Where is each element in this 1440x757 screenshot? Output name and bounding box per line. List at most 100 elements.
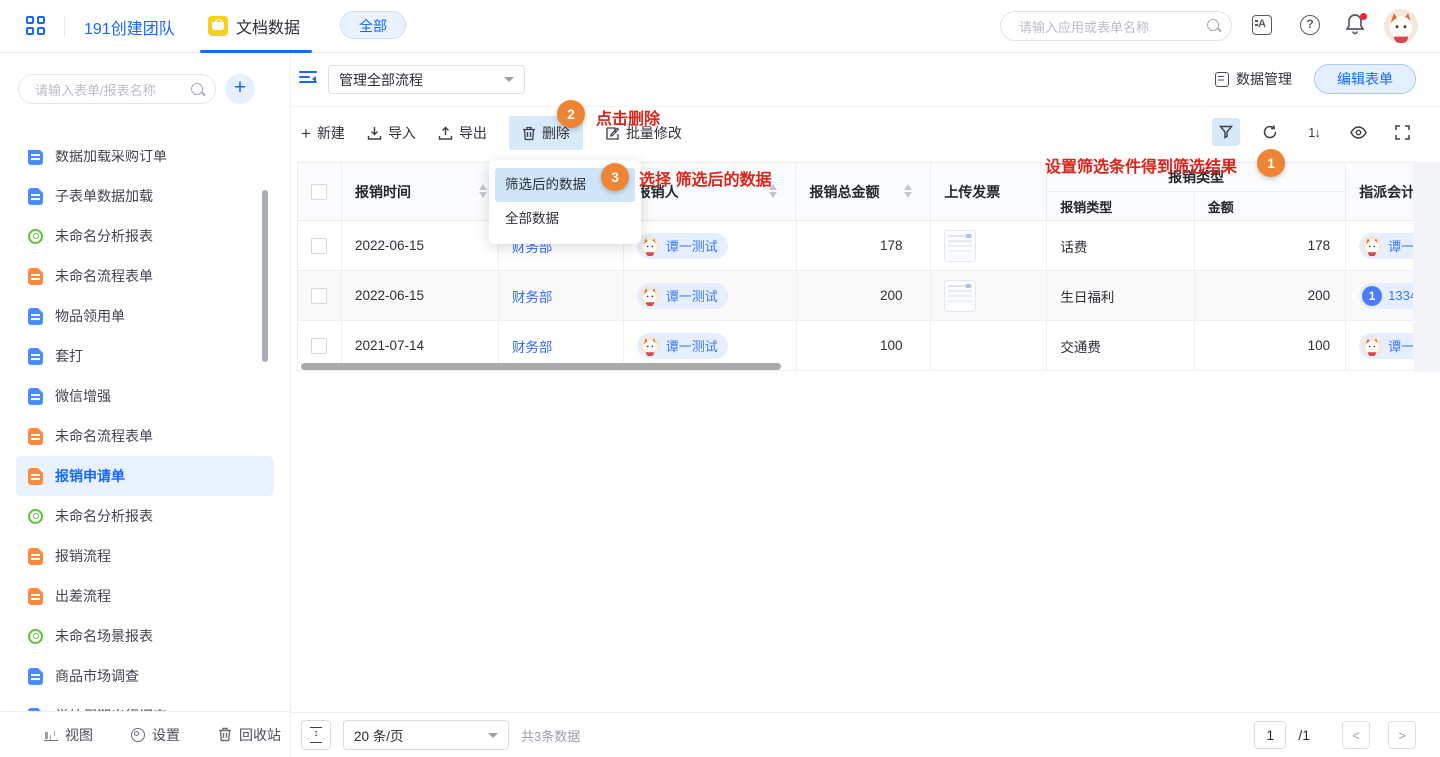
views-button[interactable]: 视图 xyxy=(44,725,93,745)
header-accountant[interactable]: 指派会计 xyxy=(1346,163,1413,220)
scope-all-pill[interactable]: 全部 xyxy=(340,11,406,39)
panel-header: 管理全部流程 数据管理 编辑表单 xyxy=(291,53,1440,107)
sidebar-item[interactable]: 商品市场调查 xyxy=(16,656,274,696)
export-button[interactable]: 导出 xyxy=(438,123,487,143)
user-avatar[interactable] xyxy=(1384,9,1418,43)
page-number-input[interactable] xyxy=(1254,721,1286,749)
data-manage-button[interactable]: 数据管理 xyxy=(1215,69,1292,89)
sidebar-item[interactable]: 报销流程 xyxy=(16,536,274,576)
column-visibility-button[interactable] xyxy=(1344,118,1372,146)
row-checkbox[interactable] xyxy=(311,238,327,254)
sidebar-item[interactable]: 未命名分析报表 xyxy=(16,216,274,256)
header-total[interactable]: 报销总金额 xyxy=(796,163,931,220)
cell-total: 100 xyxy=(797,321,932,370)
form-icon xyxy=(28,308,43,325)
sidebar-item[interactable]: 未命名场景报表 xyxy=(16,616,274,656)
prev-page-button[interactable]: < xyxy=(1342,721,1370,749)
form-icon xyxy=(28,388,43,405)
global-search-input[interactable] xyxy=(1017,13,1201,41)
dept-link[interactable]: 财务部 xyxy=(512,336,553,356)
help-icon[interactable] xyxy=(1300,15,1320,35)
sort-arrows-icon[interactable] xyxy=(904,184,912,198)
table-row: 2022-06-15 财务部 谭一测试 200 生日福利 200 1 xyxy=(298,271,1413,321)
cat-avatar xyxy=(640,236,660,256)
next-page-button[interactable]: > xyxy=(1388,721,1416,749)
flow-scope-select[interactable]: 管理全部流程 xyxy=(328,65,525,94)
chart-icon xyxy=(44,728,58,741)
form-icon xyxy=(28,668,43,685)
sidebar-item[interactable]: 物品领用单 xyxy=(16,296,274,336)
sidebar-item[interactable]: 子表单数据加载 xyxy=(16,176,274,216)
horizontal-scrollbar[interactable] xyxy=(301,363,781,370)
cell-person: 谭一测试 xyxy=(624,271,797,320)
fullscreen-button[interactable] xyxy=(1388,118,1416,146)
global-search[interactable] xyxy=(1000,11,1232,41)
member-chip[interactable]: 1 1334 xyxy=(1359,283,1413,309)
row-height-button[interactable] xyxy=(301,720,331,750)
member-chip[interactable]: 谭一测试 xyxy=(637,333,728,359)
settings-button[interactable]: 设置 xyxy=(131,725,180,745)
collapse-sidebar-icon[interactable] xyxy=(299,71,317,85)
sidebar-item[interactable]: 未命名流程表单 xyxy=(16,256,274,296)
row-height-icon xyxy=(310,727,322,743)
sidebar-item[interactable]: 学校假期出行调查 xyxy=(16,696,274,712)
select-all-checkbox[interactable] xyxy=(311,184,327,200)
page-size-select[interactable]: 20 条/页 xyxy=(343,720,509,750)
flow-form-icon xyxy=(28,428,43,445)
export-icon xyxy=(438,126,453,141)
import-button[interactable]: 导入 xyxy=(367,123,416,143)
cell-type: 交通费 xyxy=(1047,321,1195,370)
menu-item-all-data[interactable]: 全部数据 xyxy=(495,202,635,236)
app-grid-icon[interactable] xyxy=(26,16,46,36)
recycle-bin-button[interactable]: 回收站 xyxy=(218,725,281,745)
invoice-thumbnail[interactable] xyxy=(944,280,976,312)
app-icon xyxy=(208,16,228,36)
new-button[interactable]: + 新建 xyxy=(301,123,345,143)
header-time[interactable]: 报销时间 xyxy=(342,163,499,220)
cell-amount: 200 xyxy=(1195,271,1346,320)
sidebar-scrollbar[interactable] xyxy=(262,190,268,362)
table-right-gutter xyxy=(1413,162,1440,372)
member-chip[interactable]: 谭一测试 xyxy=(637,233,728,259)
cell-type: 生日福利 xyxy=(1047,271,1195,320)
header-type[interactable]: 报销类型 xyxy=(1047,192,1195,220)
sidebar-item[interactable]: 数据加载采购订单 xyxy=(16,150,274,176)
header-amount[interactable]: 金额 xyxy=(1195,192,1346,220)
row-checkbox[interactable] xyxy=(311,338,327,354)
sort-button[interactable] xyxy=(1300,118,1328,146)
tab-document-data[interactable]: 文档数据 xyxy=(208,14,300,38)
add-form-button[interactable]: + xyxy=(225,74,255,104)
row-checkbox[interactable] xyxy=(311,288,327,304)
invoice-thumbnail[interactable] xyxy=(944,230,976,262)
sidebar-search[interactable] xyxy=(18,74,216,104)
refresh-icon xyxy=(1262,124,1278,140)
active-tab-underline xyxy=(200,50,312,53)
edit-form-button[interactable]: 编辑表单 xyxy=(1314,64,1416,94)
sort-arrows-icon[interactable] xyxy=(479,184,487,198)
sidebar-item[interactable]: 出差流程 xyxy=(16,576,274,616)
cat-avatar xyxy=(640,286,660,306)
sidebar-item[interactable]: 微信增强 xyxy=(16,376,274,416)
sidebar-item[interactable]: 未命名流程表单 xyxy=(16,416,274,456)
sidebar: + 数据加载采购订单 子表单数据加载 未命名分析报表 未命名流程表单 物品领用单… xyxy=(0,53,291,757)
annotation-step2-text: 点击删除 xyxy=(596,105,660,129)
cell-total: 200 xyxy=(797,271,932,320)
filter-button[interactable] xyxy=(1212,118,1240,146)
report-icon xyxy=(28,509,43,524)
sidebar-search-input[interactable] xyxy=(33,76,187,104)
dept-link[interactable]: 财务部 xyxy=(512,286,553,306)
sidebar-item[interactable]: 未命名分析报表 xyxy=(16,496,274,536)
cell-dept: 财务部 xyxy=(499,271,624,320)
refresh-button[interactable] xyxy=(1256,118,1284,146)
sidebar-item-selected[interactable]: 报销申请单 xyxy=(16,456,274,496)
language-icon[interactable] xyxy=(1252,15,1272,35)
sidebar-item[interactable]: 套打 xyxy=(16,336,274,376)
team-name[interactable]: 191创建团队 xyxy=(84,15,175,39)
member-chip[interactable]: 谭一测试 xyxy=(1359,233,1413,259)
header-invoice[interactable]: 上传发票 xyxy=(931,163,1047,220)
notification-bell-icon[interactable] xyxy=(1345,13,1367,37)
eye-icon xyxy=(1350,126,1367,139)
member-chip[interactable]: 谭一测试 xyxy=(1359,333,1413,359)
member-chip[interactable]: 谭一测试 xyxy=(637,283,728,309)
row-select-cell xyxy=(298,271,342,320)
